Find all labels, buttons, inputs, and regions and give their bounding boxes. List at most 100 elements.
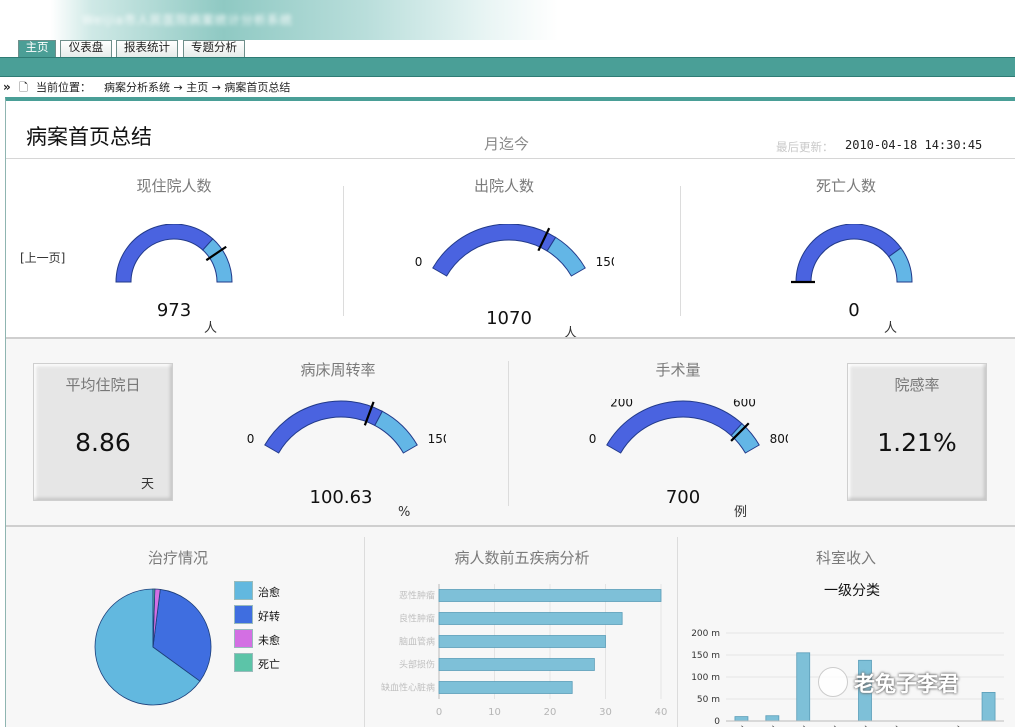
gauge-tick-label: 800 (770, 432, 788, 446)
legend-swatch (234, 653, 253, 672)
panel-title: 治疗情况 (147, 549, 208, 567)
dashboard-panel: 病案首页总结 月迄今 最后更新： 2010-04-18 14:30:45 [上一… (5, 97, 1015, 727)
gauge-tick-label: 1500 (596, 255, 614, 269)
x-tick-label: 眼科中心 (905, 723, 936, 727)
pie-legend: 治愈 好转 未愈 死亡 (234, 581, 334, 681)
gauge-tick-label: 0 (247, 432, 255, 446)
divider (677, 537, 678, 727)
bar (438, 589, 662, 602)
gauge-tick-label: 1000 (543, 224, 574, 225)
gauge-discharged: 0500100015001070人 (415, 224, 614, 339)
y-tick-label: 150 m (691, 651, 720, 661)
tab-label: 主页 (25, 42, 49, 54)
tab-reports[interactable]: 报表统计 (116, 40, 178, 57)
kpi-unit: 天 (140, 477, 154, 492)
gauge-band-main (264, 400, 383, 454)
gauge-title: 手术量 (655, 361, 701, 379)
prev-page-link[interactable]: [上一页] (20, 249, 65, 266)
category-label: 缺血性心脏病 (381, 682, 435, 694)
category-label: 良性肿瘤 (399, 613, 435, 625)
breadcrumb: » 🗋 当前位置： 病案分析系统 → 主页 → 病案首页总结 (0, 78, 1015, 97)
double-chevron-icon[interactable]: » (3, 78, 11, 97)
row-ward-metrics: 平均住院日 8.86 天 院感率 1.21% 病床周转率 手术量 0 50 100 1… (6, 339, 1015, 525)
x-tick-label: 10 (488, 707, 501, 718)
gauge-deaths: 0人 (791, 224, 913, 334)
category-label: 脑血管病 (399, 636, 435, 648)
gauge-title: 病床周转率 (300, 361, 376, 379)
page-title: 病案首页总结 (26, 125, 152, 149)
kpi-title: 院感率 (894, 376, 940, 394)
toolbar-strip (0, 57, 1015, 77)
tab-topic-analysis[interactable]: 专题分析 (183, 40, 245, 57)
gauge-value: 700 (666, 487, 700, 508)
kpi-infection-rate: 院感率 1.21% (847, 363, 987, 501)
top5-disease-bar-chart: 0 10 20 30 40 恶性肿瘤良性肿瘤脑血管病头部损伤缺血性心脏病 (381, 584, 668, 718)
chart-title: 一级分类 (824, 583, 880, 599)
gauge-tick-label: 0 (415, 255, 423, 269)
row-patient-counts: [上一页] 现住院人数 出院人数 死亡人数 973 人 0 500 1000 1500 1… (6, 159, 1015, 339)
bar (438, 658, 595, 671)
kpi-title: 平均住院日 (65, 376, 141, 394)
app-window: Weijia市人民医院病案统计分析系统 主页 仪表盘 报表统计 专题分析 » 🗋… (0, 0, 1015, 727)
tab-home[interactable]: 主页 (18, 40, 56, 57)
gauge-unit: 人 (204, 321, 217, 334)
gauge-band-warning (546, 236, 586, 277)
gauge-value: 973 (157, 300, 191, 321)
gauge-title: 现住院人数 (136, 177, 212, 195)
x-tick-label: 内科 (793, 723, 813, 727)
last-updated-label: 最后更新： (776, 140, 834, 154)
gauge-tick-label: 500 (452, 224, 475, 225)
bar (981, 692, 996, 722)
gauge-band-main (115, 224, 214, 283)
last-updated-value: 2010-04-18 14:30:45 (845, 138, 983, 152)
bar (796, 652, 811, 722)
gauge-tick-label: 0 (589, 432, 597, 446)
x-tick-label: 30 (599, 707, 612, 718)
gauge-band-warning (374, 410, 418, 454)
legend-swatch (234, 605, 253, 624)
gauge-band-main (795, 224, 902, 283)
y-tick-label: 0 (714, 717, 720, 727)
gauge-bed-turnover: 0 50 100 150 100.63% (247, 399, 446, 519)
header-banner: Weijia市人民医院病案统计分析系统 (0, 0, 1015, 40)
tab-label: 专题分析 (191, 42, 237, 54)
divider (508, 361, 509, 506)
category-label: 头部损伤 (399, 659, 435, 671)
tab-bar: 主页 仪表盘 报表统计 专题分析 (0, 40, 1015, 57)
divider (364, 537, 365, 727)
gauge-surgery: 0200400600800700例 (589, 399, 788, 519)
kpi-value: 8.86 (75, 428, 131, 457)
legend-label: 死亡 (258, 658, 280, 671)
gauge-tick-label: 150 (428, 432, 446, 446)
breadcrumb-label: 当前位置： (36, 81, 91, 94)
gauge-inpatients: 973 人 (115, 224, 233, 334)
x-tick-label: 儿科 (762, 723, 782, 727)
tab-label: 仪表盘 (68, 42, 104, 54)
gauge-unit: % (398, 505, 410, 519)
panel-title: 科室收入 (815, 549, 876, 567)
department-revenue-bar-chart: 一级分类 0 50 m 100 m 150 m 200 m 产科 儿科 内科 口腔科 外科 妇产科眼科… (691, 583, 1004, 727)
bar (734, 716, 749, 722)
divider (680, 186, 681, 316)
x-tick-label: 20 (544, 707, 557, 718)
kpi-value: 1.21% (877, 428, 957, 457)
document-icon: 🗋 (19, 81, 28, 94)
legend-label: 好转 (258, 610, 280, 623)
treatment-pie-chart (94, 588, 212, 706)
bar (438, 635, 606, 648)
period-label: 月迄今 (484, 135, 530, 153)
legend-swatch (234, 581, 253, 600)
legend-label: 未愈 (258, 634, 280, 647)
y-tick-label: 100 m (691, 673, 720, 683)
y-tick-label: 200 m (691, 629, 720, 639)
category-label: 恶性肿瘤 (399, 590, 435, 602)
banner-title: Weijia市人民医院病案统计分析系统 (82, 13, 293, 27)
gauge-tick-label: 200 (610, 399, 633, 409)
tab-dashboard[interactable]: 仪表盘 (60, 40, 112, 57)
gauge-title: 出院人数 (473, 177, 534, 195)
x-tick-label: 40 (655, 707, 668, 718)
y-tick-label: 50 m (697, 695, 720, 705)
gauge-band-main (432, 224, 557, 277)
watermark-text: 老兔子李君 (854, 672, 959, 696)
bar (765, 715, 780, 722)
